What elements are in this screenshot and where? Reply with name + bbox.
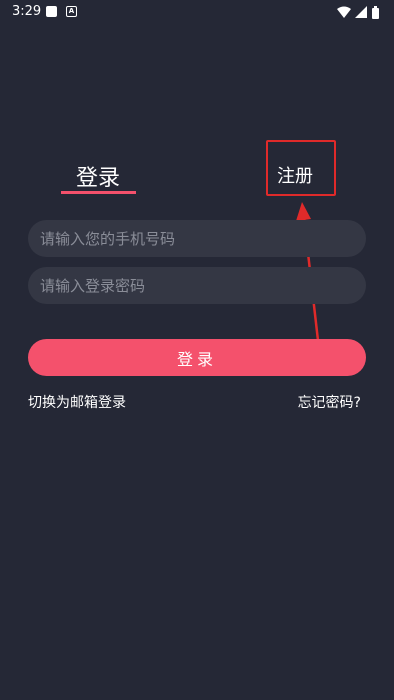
tab-login[interactable]: 登录 — [76, 160, 120, 192]
status-time: 3:29 — [12, 4, 42, 19]
forgot-password-link[interactable]: 忘记密码? — [298, 392, 361, 412]
switch-to-email-link[interactable]: 切换为邮箱登录 — [28, 392, 126, 412]
battery-icon — [372, 6, 379, 19]
phone-field[interactable] — [28, 220, 366, 257]
status-icons — [336, 5, 384, 19]
wifi-icon — [337, 6, 351, 18]
register-highlight-box — [266, 140, 336, 196]
login-button[interactable]: 登录 — [28, 339, 366, 376]
password-input[interactable] — [40, 267, 354, 304]
a-notification-icon: A — [66, 6, 77, 17]
square-notification-icon — [46, 6, 57, 17]
phone-input[interactable] — [40, 220, 354, 257]
active-tab-indicator — [61, 191, 136, 194]
signal-icon — [355, 6, 367, 18]
status-bar: 3:29 A — [0, 0, 394, 24]
password-field[interactable] — [28, 267, 366, 304]
